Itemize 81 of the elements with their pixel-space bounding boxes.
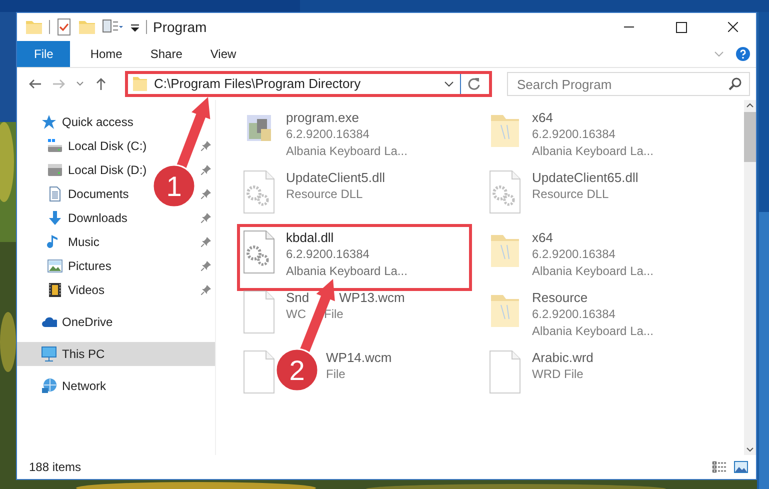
scrollbar-thumb[interactable] (744, 112, 756, 162)
document-icon (47, 186, 63, 202)
file-name[interactable]: program.exe (286, 109, 408, 126)
refresh-icon[interactable] (467, 77, 481, 91)
monitor-icon (41, 346, 57, 362)
nav-item[interactable]: Videos (68, 281, 104, 299)
picture-icon (47, 258, 63, 274)
drive-icon (47, 138, 63, 154)
file-details: WC File (286, 306, 344, 323)
minimize-icon (624, 26, 634, 28)
file-details: Resource DLL (532, 186, 610, 203)
file-icon (487, 349, 523, 395)
pin-icon[interactable] (201, 285, 211, 295)
file-name[interactable]: UpdateClient65.dll (532, 169, 638, 186)
search-field[interactable]: Search Program (507, 72, 750, 96)
item-count: 188 items (29, 459, 82, 476)
maximize-icon (676, 22, 686, 32)
file-name[interactable]: x64 (532, 229, 654, 246)
download-arrow-icon (47, 210, 63, 226)
file-details: Albania Keyboard La... (532, 143, 654, 160)
pin-icon[interactable] (201, 189, 211, 199)
file-details: 6.2.9200.16384 (286, 246, 370, 263)
file-name[interactable]: Arabic.wrd (532, 349, 594, 366)
window-title: Program (153, 18, 207, 37)
file-menu-button[interactable]: File (17, 41, 70, 67)
file-details: File (326, 366, 346, 383)
folder-icon (132, 77, 148, 91)
details-view-icon[interactable] (712, 461, 728, 473)
file-details: WRD File (532, 366, 584, 383)
close-icon (728, 22, 738, 32)
gear-file-icon (487, 169, 523, 215)
file-details: Albania Keyboard La... (532, 323, 654, 340)
file-details: Albania Keyboard La... (286, 143, 408, 160)
ribbon-tab[interactable]: Share (136, 41, 196, 67)
nav-item[interactable]: Local Disk (C:) (68, 137, 147, 155)
file-details: 6.2.9200.16384 (286, 126, 370, 143)
file-name[interactable]: UpdateClient5.dll (286, 169, 386, 186)
file-name[interactable]: Snd WP13.wcm (286, 289, 405, 306)
nav-item[interactable]: OneDrive (62, 313, 113, 331)
star-icon (41, 114, 57, 130)
search-icon[interactable] (728, 77, 742, 91)
nav-item[interactable]: Downloads (68, 209, 128, 227)
thumbnail-view-icon[interactable] (734, 461, 748, 473)
pin-icon[interactable] (201, 165, 211, 175)
file-details: 6.2.9200.16384 (532, 306, 616, 323)
file-icon (241, 349, 277, 395)
file-name[interactable]: Resource (532, 289, 654, 306)
step-marker: 2 (275, 348, 319, 392)
nav-item[interactable]: This PC (62, 345, 105, 363)
address-bar[interactable]: C:\Program Files\Program Directory (125, 71, 492, 97)
pin-icon[interactable] (201, 213, 211, 223)
gear-file-icon (241, 169, 277, 215)
globe-icon (41, 378, 57, 394)
gear-file-icon (241, 229, 277, 275)
file-details: Resource DLL (286, 186, 364, 203)
help-icon[interactable] (736, 47, 750, 61)
film-icon (47, 282, 63, 298)
file-name[interactable]: WP14.wcm (326, 349, 392, 366)
nav-item[interactable]: Quick access (62, 113, 134, 131)
file-name[interactable]: kbdal.dll (286, 229, 408, 246)
nav-item[interactable]: Network (62, 377, 106, 395)
drive-icon (47, 162, 63, 178)
ribbon-tab[interactable]: View (196, 41, 250, 67)
pin-icon[interactable] (201, 261, 211, 271)
nav-item[interactable]: Local Disk (D:) (68, 161, 147, 179)
nav-item[interactable]: Music (68, 233, 100, 251)
pin-icon[interactable] (201, 237, 211, 247)
file-details: 6.2.9200.16384 (532, 246, 616, 263)
chevron-down-icon[interactable] (444, 81, 454, 87)
checklist-icon[interactable] (56, 18, 72, 36)
nav-item[interactable]: Documents (68, 185, 129, 203)
ribbon-tab[interactable]: Home (76, 41, 136, 67)
step-marker: 1 (152, 164, 196, 208)
file-name[interactable]: x64 (532, 109, 654, 126)
pin-icon[interactable] (201, 141, 211, 151)
file-details: Albania Keyboard La... (532, 263, 654, 280)
file-icon (241, 289, 277, 335)
file-details: 6.2.9200.16384 (532, 126, 616, 143)
nav-item[interactable]: Pictures (68, 257, 112, 275)
scrollbar[interactable] (744, 100, 756, 455)
file-details: Albania Keyboard La... (286, 263, 408, 280)
